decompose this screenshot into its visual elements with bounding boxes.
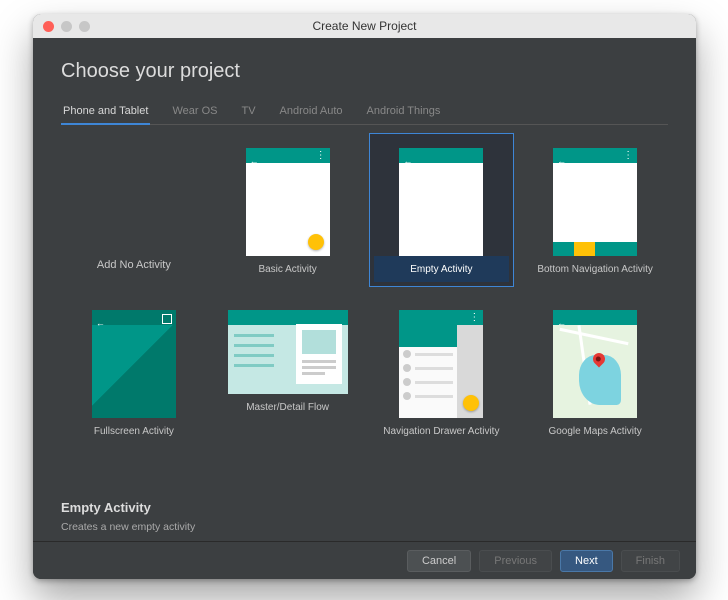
template-thumb: ⋮	[399, 310, 483, 418]
template-label: Empty Activity	[374, 256, 510, 282]
previous-button: Previous	[479, 550, 552, 572]
back-icon	[250, 151, 258, 159]
template-label: Basic Activity	[256, 256, 318, 282]
dialog-content: Choose your project Phone and Tablet Wea…	[33, 38, 696, 579]
fullscreen-icon	[79, 21, 90, 32]
template-thumb	[228, 310, 348, 394]
overflow-icon: ⋮	[469, 312, 479, 323]
template-thumb: ⋮	[553, 148, 637, 256]
dialog-window: Create New Project Choose your project P…	[33, 14, 696, 579]
description-title: Empty Activity	[61, 500, 195, 515]
template-thumb	[399, 148, 483, 256]
template-label: Master/Detail Flow	[244, 394, 331, 420]
dialog-footer: Cancel Previous Next Finish	[33, 541, 696, 579]
template-label: Add No Activity	[95, 251, 173, 277]
tab-android-things[interactable]: Android Things	[365, 101, 443, 125]
description-subtitle: Creates a new empty activity	[61, 521, 195, 533]
template-label: Navigation Drawer Activity	[381, 418, 501, 444]
overflow-icon: ⋮	[623, 150, 633, 161]
template-thumb	[92, 310, 176, 418]
device-tabs: Phone and Tablet Wear OS TV Android Auto…	[61, 101, 668, 125]
finish-button: Finish	[621, 550, 680, 572]
template-label: Bottom Navigation Activity	[535, 256, 655, 282]
tab-tv[interactable]: TV	[239, 101, 257, 125]
template-google-maps[interactable]: Google Maps Activity	[522, 295, 668, 449]
close-icon[interactable]	[43, 21, 54, 32]
template-grid: Add No Activity ⋮ Basic Activity Empty A…	[61, 133, 668, 449]
back-icon	[557, 313, 565, 321]
expand-icon	[162, 314, 172, 324]
template-thumb	[553, 310, 637, 418]
template-basic[interactable]: ⋮ Basic Activity	[215, 133, 361, 287]
template-bottom-nav[interactable]: ⋮ Bottom Navigation Activity	[522, 133, 668, 287]
back-icon	[557, 151, 565, 159]
tab-android-auto[interactable]: Android Auto	[278, 101, 345, 125]
back-icon	[403, 151, 411, 159]
window-controls	[43, 21, 90, 32]
minimize-icon	[61, 21, 72, 32]
template-description: Empty Activity Creates a new empty activ…	[61, 500, 195, 533]
overflow-icon: ⋮	[316, 150, 326, 161]
page-title: Choose your project	[61, 60, 668, 83]
cancel-button[interactable]: Cancel	[407, 550, 471, 572]
template-nav-drawer[interactable]: ⋮ Navigation Drawer Activity	[369, 295, 515, 449]
template-thumb: ⋮	[246, 148, 330, 256]
back-icon	[96, 313, 104, 321]
template-label: Google Maps Activity	[546, 418, 643, 444]
fab-icon	[308, 234, 324, 250]
next-button[interactable]: Next	[560, 550, 613, 572]
template-master-detail[interactable]: Master/Detail Flow	[215, 295, 361, 449]
template-none[interactable]: Add No Activity	[61, 133, 207, 287]
template-label: Fullscreen Activity	[92, 418, 176, 444]
window-title: Create New Project	[33, 19, 696, 33]
titlebar: Create New Project	[33, 14, 696, 38]
template-fullscreen[interactable]: Fullscreen Activity	[61, 295, 207, 449]
tab-phone-tablet[interactable]: Phone and Tablet	[61, 101, 150, 125]
tab-wear-os[interactable]: Wear OS	[170, 101, 219, 125]
template-empty[interactable]: Empty Activity	[369, 133, 515, 287]
